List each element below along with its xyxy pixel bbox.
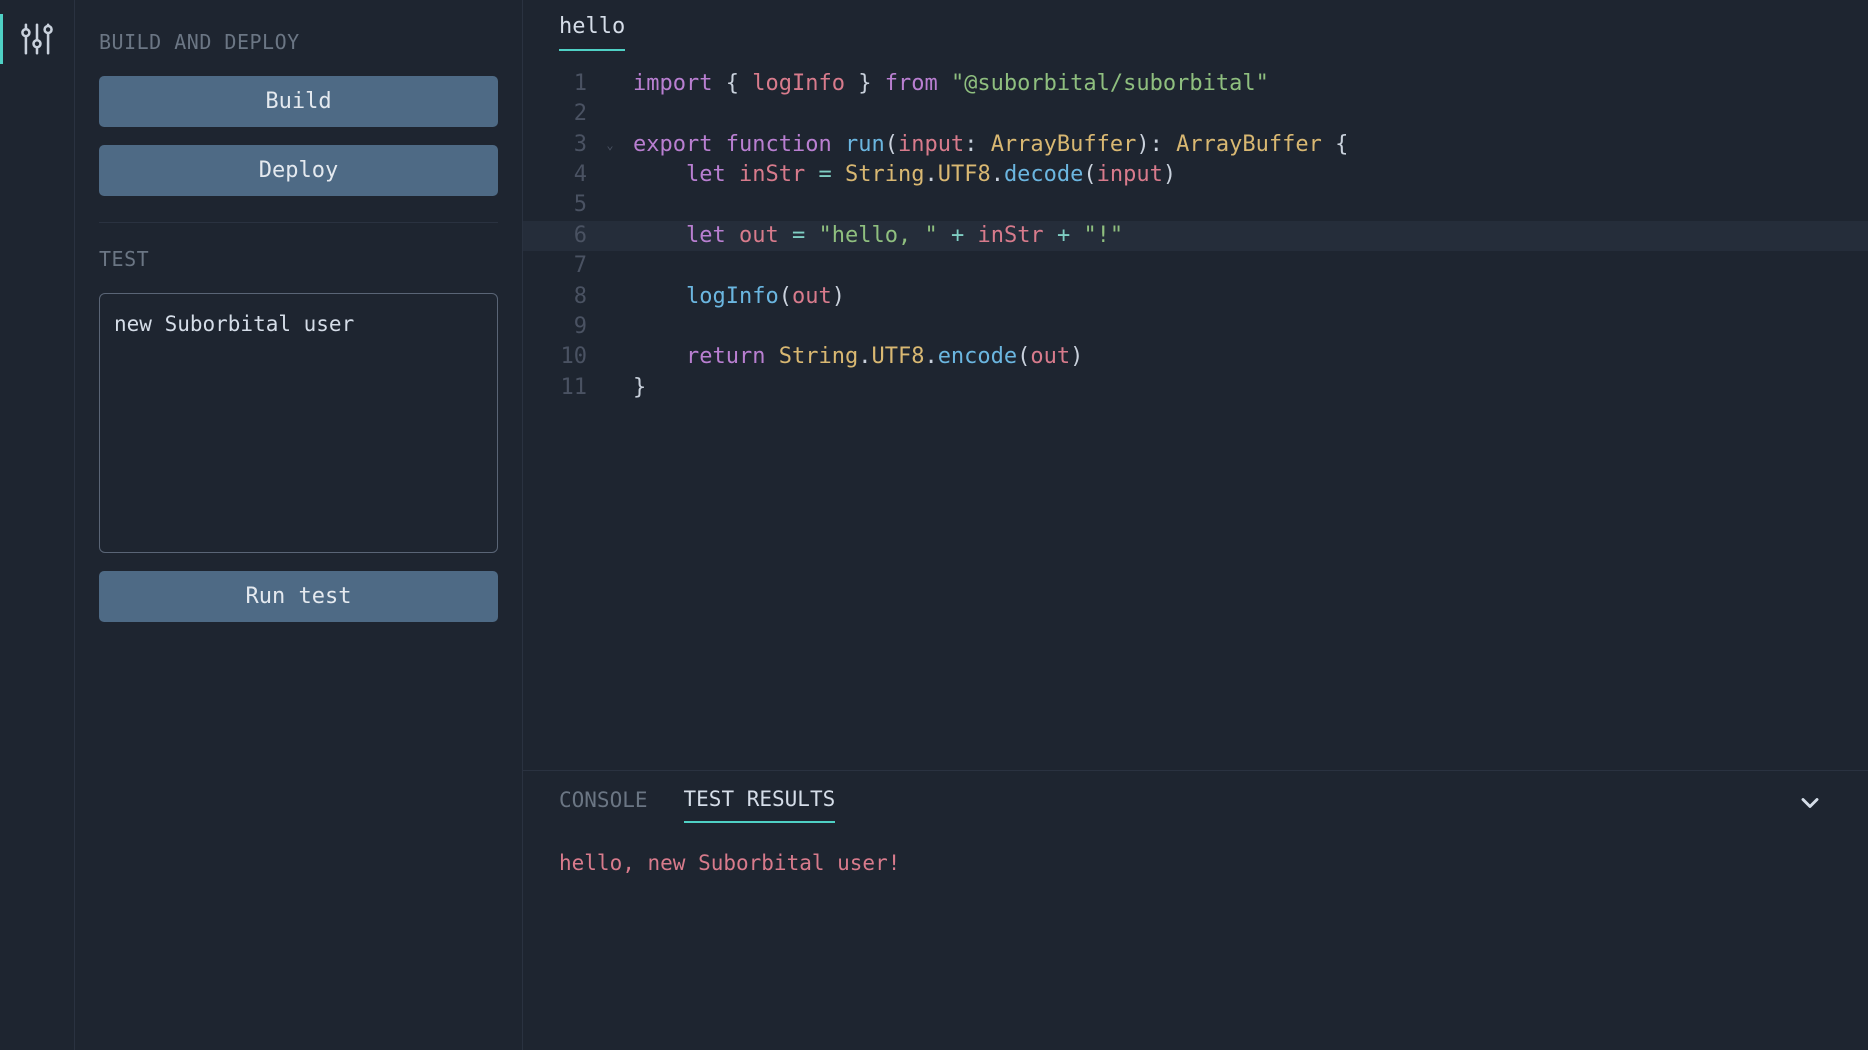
main-area: hello 1 import { logInfo } from "@suborbi… xyxy=(523,0,1868,1050)
line-number: 5 xyxy=(523,190,601,220)
code-content: logInfo(out) xyxy=(619,282,845,312)
line-number: 1 xyxy=(523,69,601,99)
code-editor[interactable]: 1 import { logInfo } from "@suborbital/su… xyxy=(523,51,1868,770)
line-number: 11 xyxy=(523,373,601,403)
line-number: 10 xyxy=(523,342,601,372)
run-test-button[interactable]: Run test xyxy=(99,571,498,622)
editor-tab-bar: hello xyxy=(523,0,1868,51)
panel-tab-bar: CONSOLE TEST RESULTS xyxy=(523,771,1868,823)
line-number: 3 xyxy=(523,130,601,160)
line-number: 4 xyxy=(523,160,601,190)
settings-sliders-icon[interactable] xyxy=(16,18,58,60)
test-heading: TEST xyxy=(99,247,498,271)
divider xyxy=(99,222,498,223)
test-output: hello, new Suborbital user! xyxy=(523,823,1868,903)
bottom-panel: CONSOLE TEST RESULTS hello, new Suborbit… xyxy=(523,770,1868,1050)
line-number: 6 xyxy=(523,221,601,251)
fold-icon[interactable]: ⌄ xyxy=(601,130,619,160)
line-number: 9 xyxy=(523,312,601,342)
chevron-down-icon[interactable] xyxy=(1796,789,1832,821)
build-deploy-heading: BUILD AND DEPLOY xyxy=(99,30,498,54)
code-content: let out = "hello, " + inStr + "!" xyxy=(619,221,1123,251)
code-content: let inStr = String.UTF8.decode(input) xyxy=(619,160,1176,190)
line-number: 8 xyxy=(523,282,601,312)
test-input[interactable] xyxy=(99,293,498,553)
tab-console[interactable]: CONSOLE xyxy=(559,788,648,822)
build-button[interactable]: Build xyxy=(99,76,498,127)
sidebar: BUILD AND DEPLOY Build Deploy TEST Run t… xyxy=(75,0,523,1050)
tab-hello[interactable]: hello xyxy=(559,14,625,51)
code-content: import { logInfo } from "@suborbital/sub… xyxy=(619,69,1269,99)
icon-rail xyxy=(0,0,75,1050)
code-content: return String.UTF8.encode(out) xyxy=(619,342,1083,372)
line-number: 7 xyxy=(523,251,601,281)
line-number: 2 xyxy=(523,99,601,129)
tab-test-results[interactable]: TEST RESULTS xyxy=(684,787,836,823)
deploy-button[interactable]: Deploy xyxy=(99,145,498,196)
code-content: export function run(input: ArrayBuffer):… xyxy=(619,130,1348,160)
code-content: } xyxy=(619,373,646,403)
